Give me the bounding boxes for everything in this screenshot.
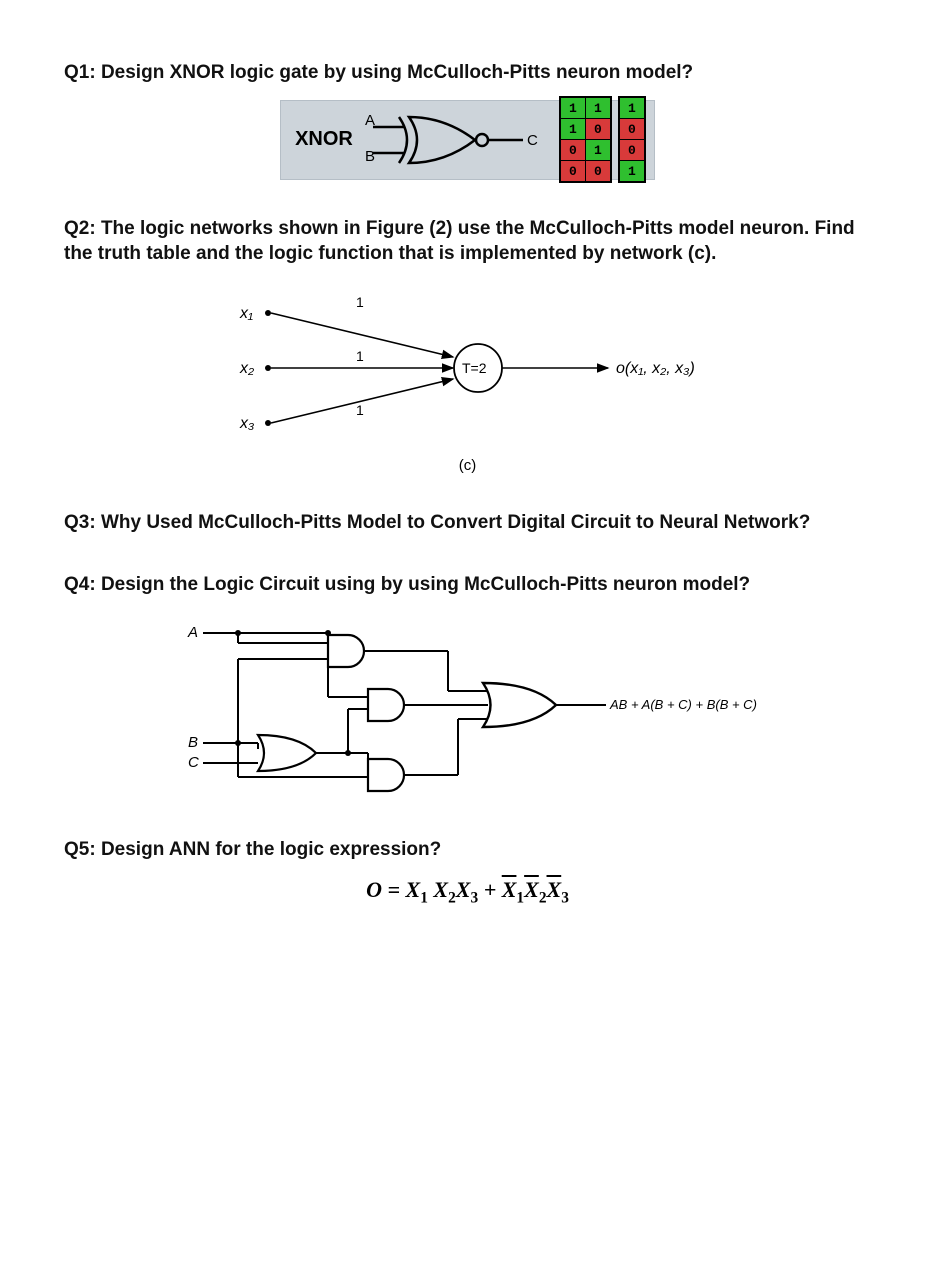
q2-caption: (c): [459, 457, 477, 474]
q1-tt-inputs: 11 10 01 00: [559, 96, 612, 183]
q1-figure: XNOR A B C: [64, 100, 871, 180]
document-page: Q1: Design XNOR logic gate by using McCu…: [0, 0, 935, 1280]
q2-threshold-label: T=2: [462, 360, 487, 376]
question-2: Q2: The logic networks shown in Figure (…: [64, 216, 871, 474]
q2-x3-label: x₃: [239, 415, 254, 432]
q1-output-label: C: [527, 132, 538, 149]
q4-title: Q4: Design the Logic Circuit using by us…: [64, 572, 871, 598]
q2-output-label: o(x₁, x₂, x₃): [616, 360, 695, 377]
tt-cell: 1: [619, 98, 644, 119]
q2-neuron-diagram-icon: x₁ 1 x₂ 1 x₃ 1 T=2 o(x₁, x₂, x₃): [208, 283, 728, 453]
q4-b-label: B: [188, 734, 198, 751]
tt-cell: 1: [560, 119, 585, 140]
q4-a-label: A: [187, 624, 198, 641]
q2-x2-label: x₂: [239, 360, 254, 377]
q5-expression: O = X1 X2X3 + X1X2X3: [64, 877, 871, 907]
question-5: Q5: Design ANN for the logic expression?…: [64, 837, 871, 907]
tt-cell: 0: [585, 119, 610, 140]
q5-title: Q5: Design ANN for the logic expression?: [64, 837, 871, 863]
tt-cell: 1: [560, 98, 585, 119]
tt-cell: 0: [585, 161, 610, 182]
q2-w3-label: 1: [356, 402, 364, 418]
q4-figure: A B C: [64, 611, 871, 801]
question-4: Q4: Design the Logic Circuit using by us…: [64, 572, 871, 802]
xnor-text-label: XNOR: [281, 128, 365, 151]
tt-cell: 1: [585, 140, 610, 161]
q2-w2-label: 1: [356, 348, 364, 364]
q2-title: Q2: The logic networks shown in Figure (…: [64, 216, 871, 267]
q4-c-label: C: [188, 754, 199, 771]
tt-cell: 1: [619, 161, 644, 182]
q2-figure: x₁ 1 x₂ 1 x₃ 1 T=2 o(x₁, x₂, x₃): [64, 283, 871, 474]
q1-tt-output: 1 0 0 1: [618, 96, 646, 183]
q2-x1-label: x₁: [239, 305, 253, 322]
q1-panel: XNOR A B C: [280, 100, 655, 180]
tt-cell: 0: [619, 119, 644, 140]
q1-input-b-label: B: [365, 148, 375, 165]
q1-title: Q1: Design XNOR logic gate by using McCu…: [64, 60, 871, 86]
q4-circuit-diagram-icon: A B C: [148, 611, 788, 801]
q1-input-a-label: A: [365, 112, 375, 129]
tt-cell: 0: [560, 161, 585, 182]
tt-cell: 0: [619, 140, 644, 161]
xnor-gate-icon: A B C: [365, 103, 545, 177]
q4-output-expr: AB + A(B + C) + B(B + C): [609, 697, 757, 712]
q3-title: Q3: Why Used McCulloch-Pitts Model to Co…: [64, 510, 871, 536]
question-3: Q3: Why Used McCulloch-Pitts Model to Co…: [64, 510, 871, 536]
q1-truth-table: 11 10 01 00 1 0 0 1: [559, 96, 646, 183]
q2-w1-label: 1: [356, 294, 364, 310]
question-1: Q1: Design XNOR logic gate by using McCu…: [64, 60, 871, 180]
tt-cell: 1: [585, 98, 610, 119]
tt-cell: 0: [560, 140, 585, 161]
